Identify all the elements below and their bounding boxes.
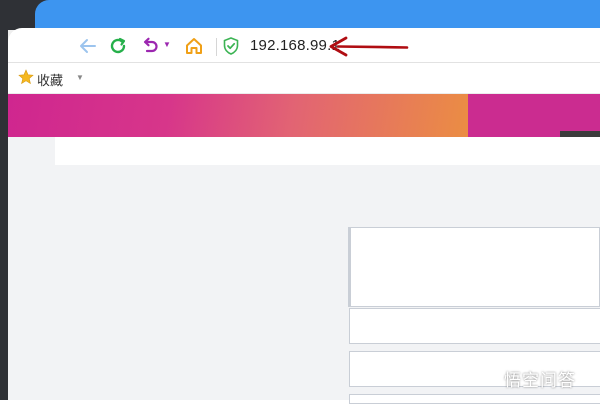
page-left-margin xyxy=(8,137,55,400)
security-status[interactable] xyxy=(223,37,243,55)
star-icon[interactable] xyxy=(18,69,34,85)
watermark-text: 悟空问答 xyxy=(504,371,576,390)
home-button[interactable] xyxy=(184,36,204,56)
toolbar-separator xyxy=(216,38,217,56)
undo-dropdown-icon[interactable]: ▼ xyxy=(163,40,171,49)
login-input-field-1[interactable] xyxy=(349,308,600,344)
arrow-left-icon xyxy=(80,39,96,53)
page-header-banner-right xyxy=(468,94,600,137)
login-panel-box xyxy=(348,227,600,307)
browser-toolbar: ▼ 192.168.99.1 xyxy=(8,28,600,63)
tab-strip-corner xyxy=(8,0,63,30)
login-input-field-3[interactable] xyxy=(349,394,600,404)
page-content-top xyxy=(55,137,600,165)
undo-close-tab-button[interactable] xyxy=(140,36,160,56)
home-icon xyxy=(186,38,202,54)
address-bar-url[interactable]: 192.168.99.1 xyxy=(250,37,340,54)
refresh-icon xyxy=(110,37,126,54)
page-header-banner xyxy=(8,94,468,137)
undo-icon xyxy=(143,37,158,53)
bookmarks-bar: 收藏 ▼ xyxy=(8,63,600,94)
red-arrow-icon xyxy=(329,36,409,57)
chevron-down-icon[interactable]: ▼ xyxy=(76,73,84,82)
window-edge xyxy=(0,0,8,400)
watermark-logo-icon xyxy=(479,370,501,385)
back-button[interactable] xyxy=(78,36,98,56)
bookmarks-folder-label[interactable]: 收藏 xyxy=(37,70,63,89)
reload-button[interactable] xyxy=(108,36,128,56)
shield-check-icon xyxy=(223,37,239,55)
tab-strip xyxy=(0,0,600,30)
